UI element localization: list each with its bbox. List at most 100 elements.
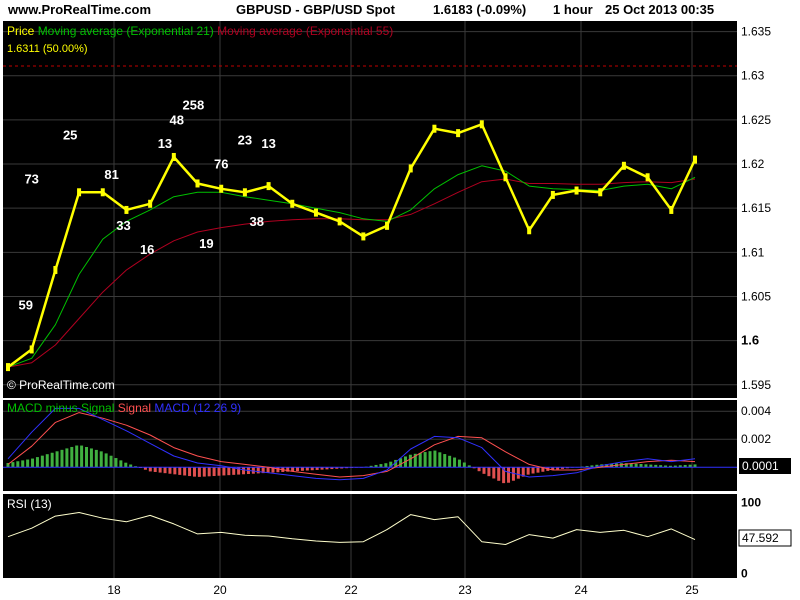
macd-hist-bar: [212, 467, 216, 477]
macd-hist-bar: [487, 467, 491, 477]
x-tick-label: 22: [344, 583, 358, 597]
macd-hist-bar: [26, 459, 30, 468]
macd-hist-bar: [477, 467, 481, 472]
legend-ema55: Moving average (Exponential 55): [217, 24, 393, 38]
macd-hist-bar: [124, 462, 128, 468]
macd-hist-bar: [433, 450, 437, 468]
macd-hist-bar: [256, 467, 260, 474]
macd-last-value: 0.0001: [742, 459, 779, 473]
price-point: [148, 199, 153, 208]
macd-hist-bar: [168, 467, 172, 474]
swing-label: 59: [19, 298, 33, 313]
price-point: [100, 188, 105, 197]
macd-hist-bar: [217, 467, 221, 476]
rsi-panel: [3, 494, 737, 578]
macd-hist-bar: [45, 454, 49, 468]
price-legend: Price Moving average (Exponential 21) Mo…: [7, 24, 393, 38]
macd-hist-bar: [80, 445, 84, 468]
swing-label: 19: [199, 236, 213, 251]
macd-hist-bar: [227, 467, 231, 476]
price-y-tick: 1.62: [741, 157, 765, 171]
price-point: [313, 208, 318, 217]
price-y-tick: 1.625: [741, 113, 771, 127]
macd-hist-bar: [418, 452, 422, 468]
macd-hist-bar: [178, 467, 182, 475]
rsi-y-tick: 100: [741, 496, 761, 510]
macd-hist-bar: [21, 460, 25, 468]
macd-hist-bar: [443, 454, 447, 468]
macd-hist-bar: [507, 467, 511, 483]
price-y-tick: 1.63: [741, 69, 765, 83]
macd-hist-bar: [482, 467, 486, 474]
macd-hist-bar: [114, 458, 118, 468]
macd-hist-bar: [148, 467, 152, 472]
macd-legend: MACD minus Signal Signal MACD (12 26 9): [7, 401, 241, 415]
price-point: [385, 221, 390, 230]
price-point: [456, 129, 461, 138]
macd-hist-bar: [70, 446, 74, 468]
macd-hist-bar: [276, 467, 280, 473]
macd-hist-bar: [526, 467, 530, 475]
macd-hist-bar: [457, 459, 461, 468]
macd-hist-bar: [119, 460, 123, 468]
swing-label: 76: [214, 156, 228, 171]
macd-hist-bar: [60, 449, 64, 468]
macd-hist-bar: [158, 467, 162, 473]
price-point: [527, 226, 532, 235]
macd-hist-bar: [242, 467, 246, 475]
price-point: [77, 188, 82, 197]
rsi-y-tick: 0: [741, 567, 748, 581]
price-point: [361, 232, 366, 241]
macd-hist-bar: [266, 467, 270, 473]
macd-hist-bar: [197, 467, 201, 477]
legend-ema21: Moving average (Exponential 21): [38, 24, 214, 38]
price-point: [503, 173, 508, 182]
macd-hist-bar: [16, 461, 20, 468]
price-point: [195, 179, 200, 188]
watermark: © ProRealTime.com: [7, 378, 115, 392]
macd-hist-bar: [536, 467, 540, 473]
swing-label: 73: [24, 171, 38, 186]
price-point: [242, 188, 247, 197]
price-panel: [3, 21, 737, 398]
legend-rsi: RSI (13): [7, 497, 52, 511]
swing-label: 38: [250, 214, 264, 229]
swing-label: 23: [238, 133, 252, 148]
macd-hist-bar: [89, 448, 93, 468]
macd-hist-bar: [462, 462, 466, 468]
price-y-tick: 1.615: [741, 201, 771, 215]
price-point: [550, 190, 555, 199]
swing-label: 25: [63, 127, 77, 142]
macd-hist-bar: [75, 445, 79, 468]
price-point: [53, 265, 58, 274]
macd-hist-bar: [296, 467, 300, 472]
macd-hist-bar: [207, 467, 211, 477]
swing-label: 48: [170, 112, 184, 127]
price-y-tick: 1.605: [741, 289, 771, 303]
macd-hist-bar: [492, 467, 496, 479]
macd-hist-bar: [531, 467, 535, 474]
price-point: [645, 173, 650, 182]
price-point: [432, 124, 437, 133]
macd-hist-bar: [202, 467, 206, 477]
price-point: [337, 217, 342, 226]
price-point: [29, 345, 34, 354]
macd-hist-bar: [188, 467, 192, 477]
x-tick-label: 23: [458, 583, 472, 597]
macd-hist-bar: [634, 463, 638, 468]
swing-label: 16: [140, 242, 154, 257]
price-point: [621, 161, 626, 170]
swing-label: 13: [261, 136, 275, 151]
macd-hist-bar: [453, 457, 457, 468]
macd-hist-bar: [183, 467, 187, 476]
macd-hist-bar: [31, 458, 35, 468]
macd-hist-bar: [448, 455, 452, 468]
macd-hist-bar: [153, 467, 157, 472]
price-point: [124, 205, 129, 214]
x-tick-label: 20: [213, 583, 227, 597]
macd-hist-bar: [40, 455, 44, 468]
macd-y-tick: 0.002: [741, 432, 771, 446]
price-point: [219, 184, 224, 193]
price-point: [408, 164, 413, 173]
price-point: [574, 186, 579, 195]
